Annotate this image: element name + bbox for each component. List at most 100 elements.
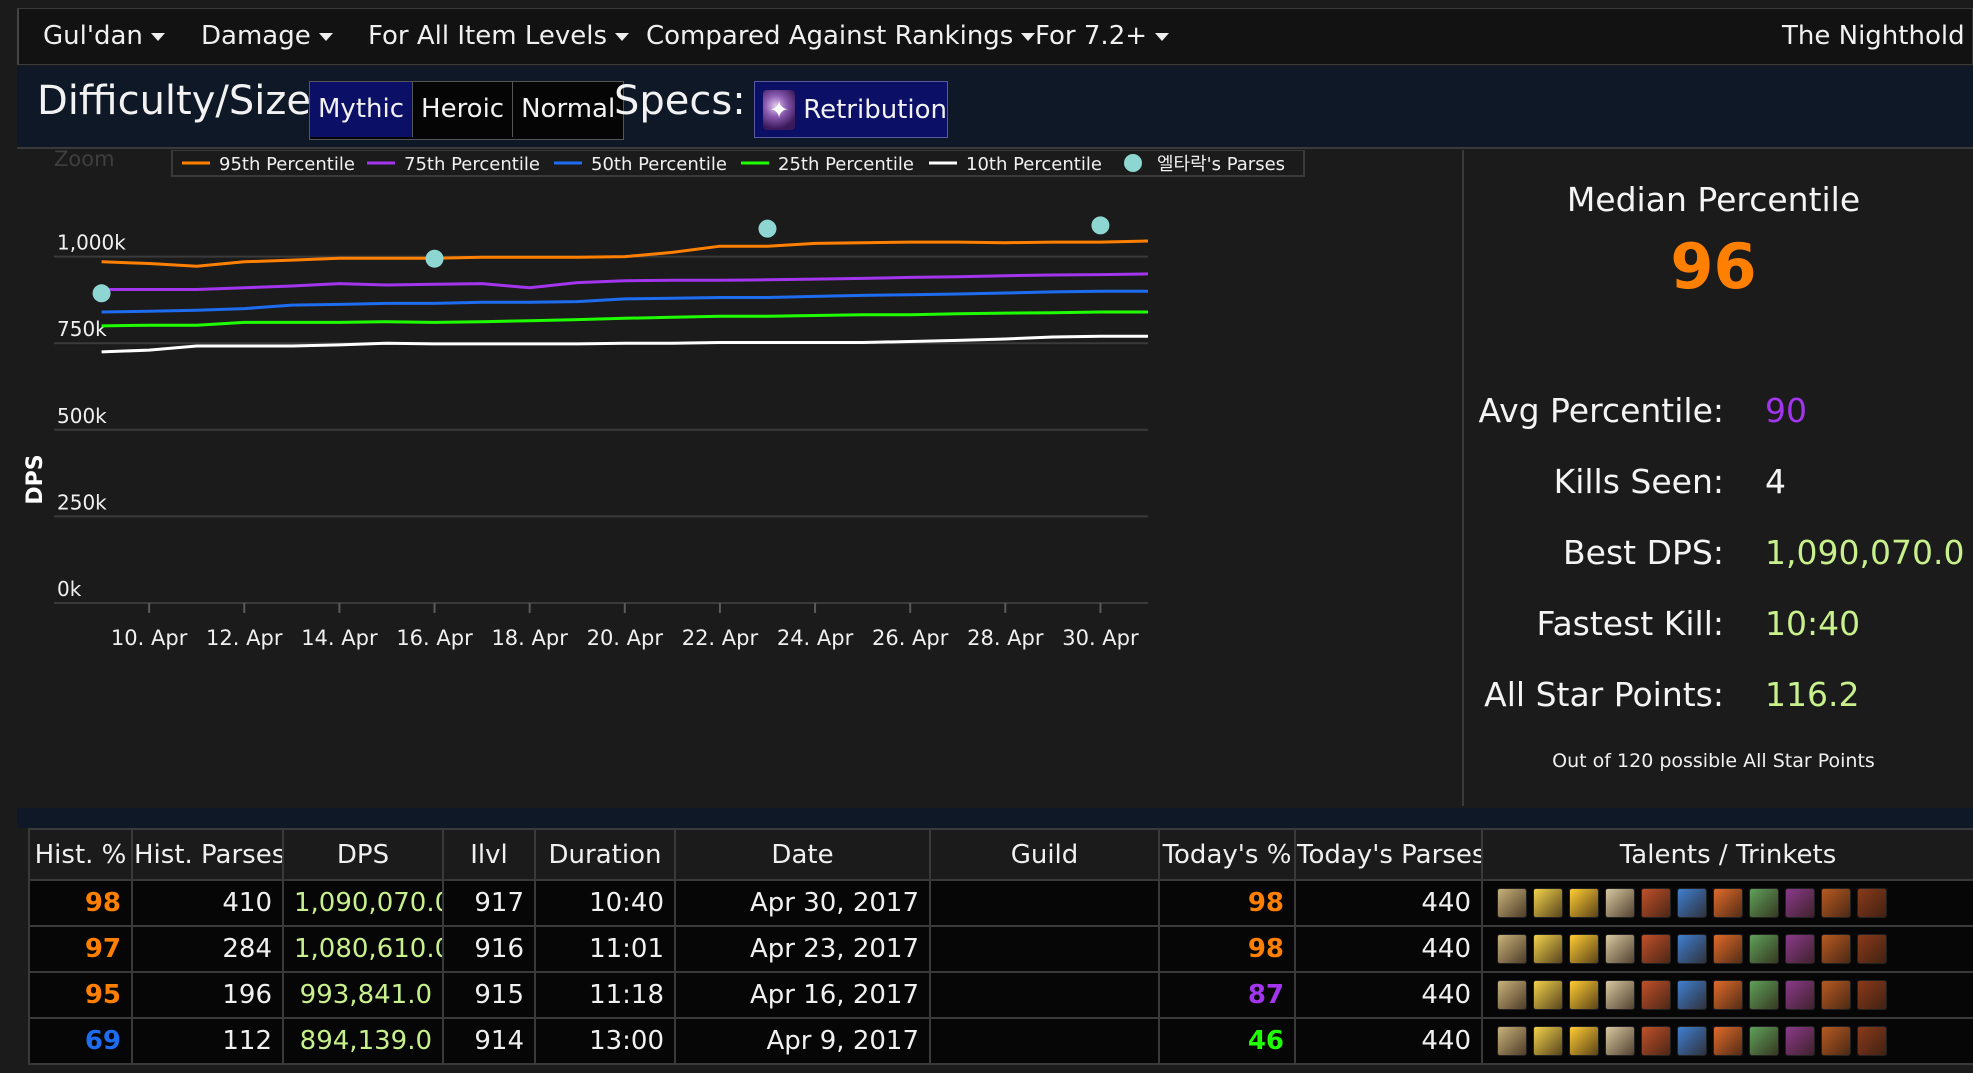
trinket-2-icon[interactable] [1785,980,1815,1010]
talent-1-icon[interactable] [1497,1026,1527,1056]
talent-3-icon[interactable] [1569,934,1599,964]
talent-3-icon[interactable] [1569,888,1599,918]
talent-4-icon[interactable] [1605,934,1635,964]
talent-1-icon[interactable] [1497,934,1527,964]
parses-table: Hist. % Hist. Parses DPS Ilvl Duration D… [28,828,1973,1065]
talent-6-icon[interactable] [1677,934,1707,964]
metric-dropdown[interactable]: Damage [201,21,333,51]
item-level-label: For All Item Levels [368,21,608,51]
talent-5-icon[interactable] [1641,934,1671,964]
table-row[interactable]: 69 112 894,139.0 914 13:00 Apr 9, 2017 46 440 [28,1017,1973,1065]
talent-3-icon[interactable] [1569,980,1599,1010]
talent-2-icon[interactable] [1533,1026,1563,1056]
talent-7-icon[interactable] [1713,980,1743,1010]
col-header-today-parses[interactable]: Today's Parses [1294,828,1483,881]
col-header-today-pct[interactable]: Today's % [1158,828,1296,881]
talents-cell [1481,1017,1973,1065]
guild-cell [929,1017,1160,1065]
table-row[interactable]: 98 410 1,090,070.0 917 10:40 Apr 30, 2017 98 44… [28,879,1973,927]
boss-label: Gul'dan [43,21,143,51]
talent-6-icon[interactable] [1677,888,1707,918]
chevron-down-icon [150,32,165,41]
trinket-1-icon[interactable] [1749,980,1779,1010]
chart-legend: 95th Percentile 75th Percentile 50th Perce… [171,150,1305,177]
item-level-dropdown[interactable]: For All Item Levels [368,21,630,51]
talent-7-icon[interactable] [1713,888,1743,918]
talent-2-icon[interactable] [1533,888,1563,918]
talent-7-icon[interactable] [1713,934,1743,964]
trinket-2-icon[interactable] [1785,934,1815,964]
spec-retribution-button[interactable]: ✦ Retribution [754,81,948,138]
raid-dropdown[interactable]: The Nighthold [1782,21,1973,51]
talent-2-icon[interactable] [1533,980,1563,1010]
trinket-1-icon[interactable] [1749,888,1779,918]
ilvl-cell: 914 [442,1017,536,1065]
table-row[interactable]: 95 196 993,841.0 915 11:18 Apr 16, 2017 87 440 [28,971,1973,1019]
zoom-label: Zoom [54,150,115,171]
top-nav: Gul'dan Damage For All Item Levels Compa… [17,8,1973,65]
trinket-1-icon[interactable] [1749,1026,1779,1056]
trinket-3-icon[interactable] [1821,980,1851,1010]
difficulty-normal-button[interactable]: Normal [513,82,623,137]
x-tick-label: 24. Apr [777,626,854,650]
duration-cell: 13:00 [534,1017,676,1065]
today-parses-cell: 440 [1294,879,1483,927]
trinket-2-icon[interactable] [1785,1026,1815,1056]
median-percentile-value: 96 [1670,230,1757,303]
hist-pct-cell: 97 [28,925,133,973]
talent-4-icon[interactable] [1605,1026,1635,1056]
hist-parses-cell: 410 [131,879,284,927]
talent-2-icon[interactable] [1533,934,1563,964]
trinket-3-icon[interactable] [1821,934,1851,964]
guild-cell [929,879,1160,927]
talent-5-icon[interactable] [1641,888,1671,918]
talent-4-icon[interactable] [1605,980,1635,1010]
col-header-dps[interactable]: DPS [282,828,444,881]
trinket-4-icon[interactable] [1857,934,1887,964]
legend-swatch [1124,154,1142,172]
col-header-duration[interactable]: Duration [534,828,676,881]
parse-point [425,249,444,268]
y-tick-label: 250k [57,490,107,514]
legend-label: 엘타락's Parses [1157,154,1285,175]
parse-point [92,284,111,303]
talent-5-icon[interactable] [1641,1026,1671,1056]
patch-dropdown[interactable]: For 7.2+ [1035,21,1170,51]
trinket-2-icon[interactable] [1785,888,1815,918]
chevron-down-icon [1155,32,1170,41]
trinket-4-icon[interactable] [1857,1026,1887,1056]
col-header-hist-pct[interactable]: Hist. % [28,828,133,881]
talent-1-icon[interactable] [1497,888,1527,918]
duration-cell: 10:40 [534,879,676,927]
talent-7-icon[interactable] [1713,1026,1743,1056]
col-header-date[interactable]: Date [674,828,931,881]
guild-cell [929,971,1160,1019]
col-header-ilvl[interactable]: Ilvl [442,828,536,881]
col-header-guild[interactable]: Guild [929,828,1160,881]
trinket-1-icon[interactable] [1749,934,1779,964]
comparison-dropdown[interactable]: Compared Against Rankings [646,21,1036,51]
talent-4-icon[interactable] [1605,888,1635,918]
difficulty-heroic-button[interactable]: Heroic [413,82,514,137]
stat-best-dps: Best DPS: 1,090,070.0 [1466,533,1973,577]
stat-kills-seen: Kills Seen: 4 [1466,462,1973,506]
parse-point [758,219,777,238]
difficulty-mythic-button[interactable]: Mythic [310,82,414,137]
trinket-4-icon[interactable] [1857,888,1887,918]
col-header-talents-trinkets: Talents / Trinkets [1481,828,1973,881]
trinket-3-icon[interactable] [1821,888,1851,918]
boss-dropdown[interactable]: Gul'dan [43,21,165,51]
talent-3-icon[interactable] [1569,1026,1599,1056]
trinket-3-icon[interactable] [1821,1026,1851,1056]
talent-6-icon[interactable] [1677,980,1707,1010]
talent-5-icon[interactable] [1641,980,1671,1010]
trinket-4-icon[interactable] [1857,980,1887,1010]
col-header-hist-parses[interactable]: Hist. Parses [131,828,284,881]
stat-label: Kills Seen: [1553,462,1724,501]
ilvl-cell: 917 [442,879,536,927]
talent-1-icon[interactable] [1497,980,1527,1010]
y-tick-label: 500k [57,404,107,428]
table-row[interactable]: 97 284 1,080,610.0 916 11:01 Apr 23, 2017 98 44… [28,925,1973,973]
stat-label: Best DPS: [1563,533,1724,572]
talent-6-icon[interactable] [1677,1026,1707,1056]
